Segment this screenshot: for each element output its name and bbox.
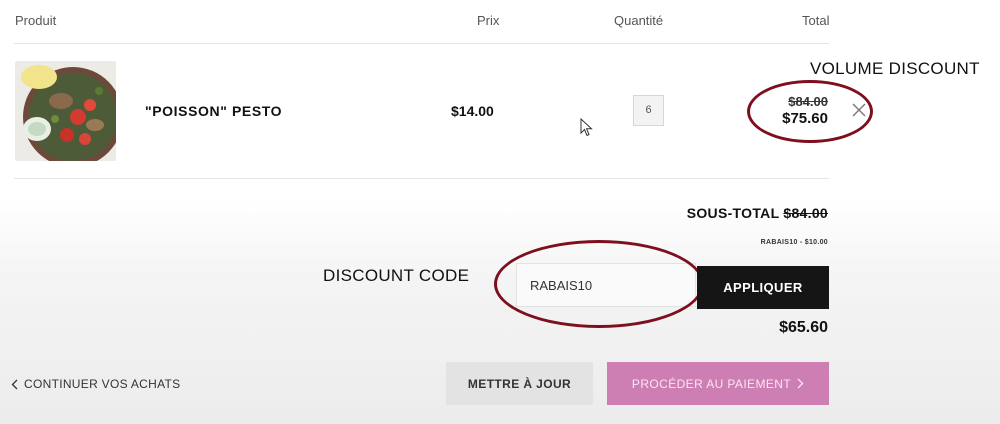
mouse-cursor-icon: [580, 118, 593, 137]
discount-applied-line: RABAIS10 - $10.00: [760, 239, 828, 246]
apply-discount-button[interactable]: APPLIQUER: [697, 266, 829, 309]
quantity-field[interactable]: 6: [633, 95, 664, 126]
item-divider: [14, 178, 829, 179]
unit-price: $14.00: [451, 103, 494, 119]
discount-code-highlight: [494, 240, 704, 328]
column-header-quantity: Quantité: [614, 13, 664, 28]
volume-discount-highlight: [747, 80, 873, 143]
column-header-price: Prix: [477, 13, 500, 28]
chevron-right-icon: [797, 378, 804, 389]
grand-total: $65.60: [779, 319, 828, 336]
update-cart-button[interactable]: METTRE À JOUR: [446, 362, 593, 405]
product-image[interactable]: [15, 61, 116, 161]
continue-shopping-link[interactable]: CONTINUER VOS ACHATS: [11, 377, 180, 391]
discount-code-annotation: DISCOUNT CODE: [323, 266, 470, 285]
subtotal-row: SOUS-TOTAL $84.00: [600, 205, 828, 221]
food-plate-image: [15, 61, 116, 161]
column-header-total: Total: [802, 13, 830, 28]
header-divider: [14, 43, 829, 44]
subtotal-value: $84.00: [783, 205, 828, 221]
checkout-label: PROCÉDER AU PAIEMENT: [631, 376, 792, 391]
volume-discount-annotation: VOLUME DISCOUNT: [810, 59, 980, 78]
subtotal-label: SOUS-TOTAL: [686, 205, 780, 221]
chevron-left-icon: [11, 379, 18, 389]
checkout-button[interactable]: PROCÉDER AU PAIEMENT: [607, 362, 829, 405]
product-name[interactable]: "POISSON" PESTO: [145, 103, 282, 119]
column-header-product: Produit: [15, 13, 57, 28]
continue-shopping-label: CONTINUER VOS ACHATS: [24, 377, 181, 391]
